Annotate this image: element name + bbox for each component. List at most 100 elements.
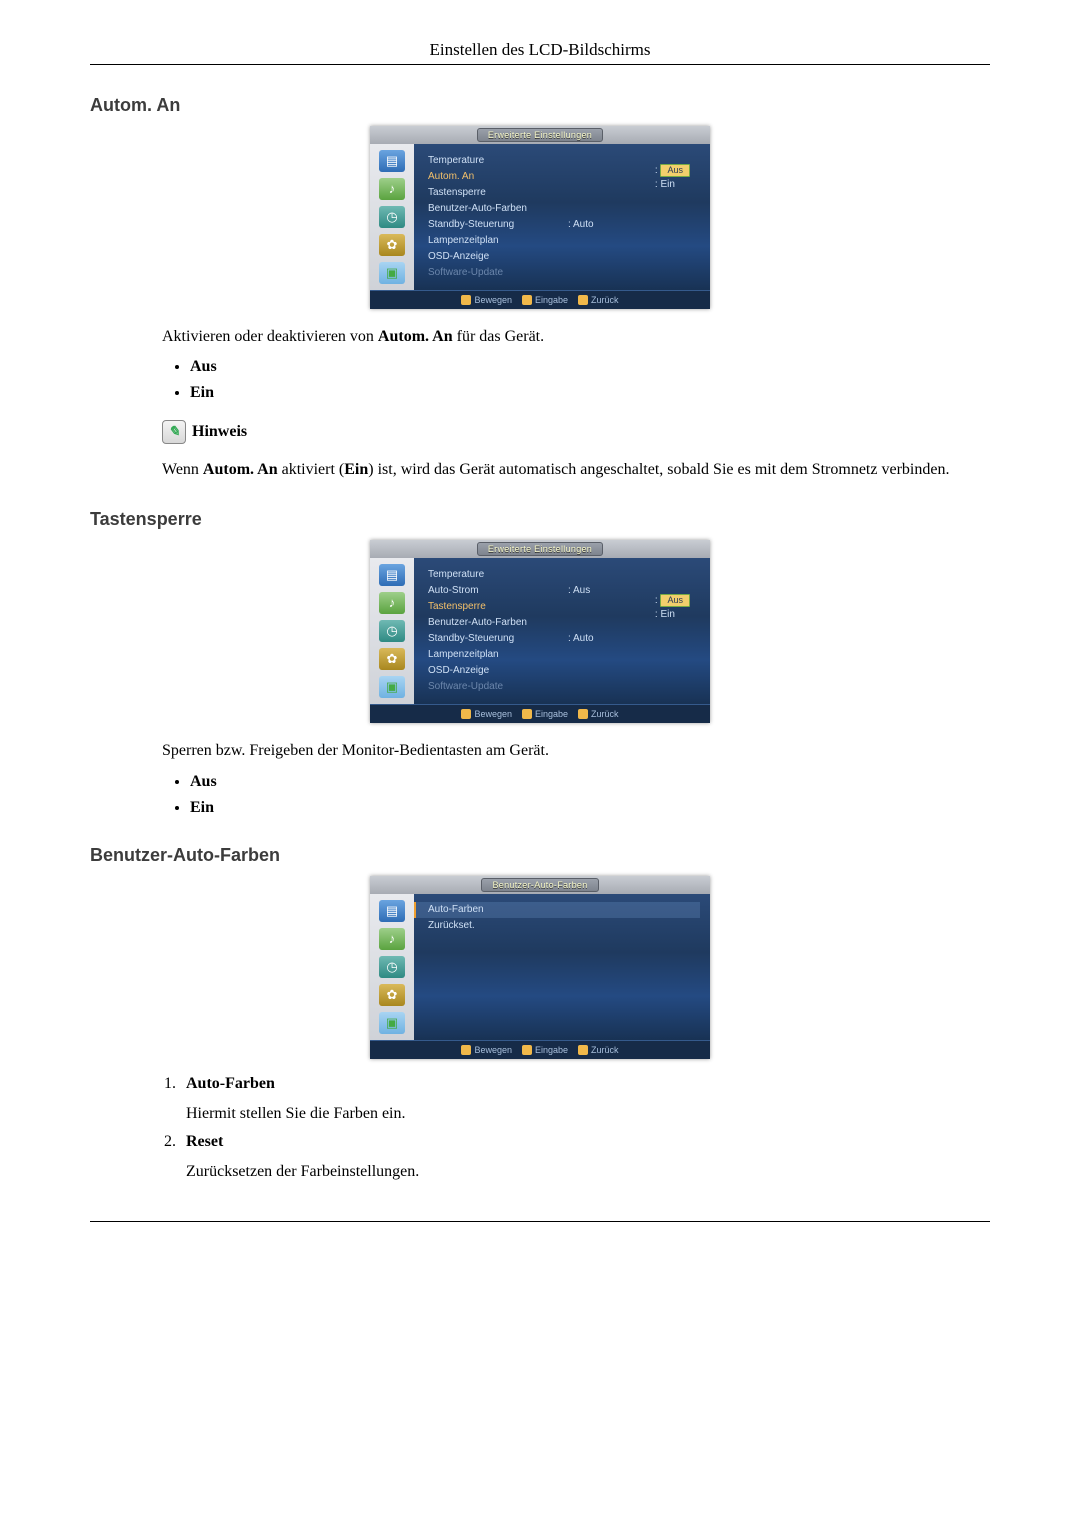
- list-item-desc: Zurücksetzen der Farbeinstellungen.: [186, 1163, 990, 1181]
- menu-item: Zurückset.: [428, 920, 568, 931]
- sidebar-icon-sound: ♪: [379, 178, 405, 200]
- sidebar-icon-clock: ◷: [379, 956, 405, 978]
- move-icon: [461, 295, 471, 305]
- sidebar-icon-picture: ▤: [379, 900, 405, 922]
- osd-title: Benutzer-Auto-Farben: [481, 878, 598, 892]
- page-header: Einstellen des LCD-Bildschirms: [90, 40, 990, 65]
- list-item: Reset Zurücksetzen der Farbeinstellungen…: [180, 1133, 990, 1181]
- osd-menu: Temperature Autom. An Tastensperre Benut…: [414, 144, 710, 290]
- option-ein: Ein: [190, 384, 990, 402]
- autom-an-desc: Aktivieren oder deaktivieren von Autom. …: [162, 325, 990, 348]
- osd-menu: Auto-Farben Zurückset.: [414, 894, 710, 1040]
- menu-item: Tastensperre: [428, 187, 568, 198]
- page: Einstellen des LCD-Bildschirms Autom. An…: [0, 0, 1080, 1284]
- sidebar-icon-setup: ✿: [379, 234, 405, 256]
- option-aus: : Aus: [655, 164, 690, 177]
- footer-enter: Eingabe: [535, 295, 568, 305]
- page-footer-rule: [90, 1221, 990, 1224]
- option-selected: Aus: [660, 164, 690, 177]
- note-row: ✎ Hinweis: [162, 420, 990, 444]
- osd-titlebar: Benutzer-Auto-Farben: [370, 876, 710, 894]
- autom-an-note: Wenn Autom. An aktiviert (Ein) ist, wird…: [162, 458, 990, 481]
- option-aus: Aus: [190, 773, 990, 791]
- menu-value: : Aus: [568, 585, 590, 596]
- sidebar-icon-sound: ♪: [379, 928, 405, 950]
- menu-item: Temperature: [428, 569, 568, 580]
- osd-panel: Erweiterte Einstellungen ▤ ♪ ◷ ✿ ▣ Tempe…: [370, 540, 710, 723]
- menu-item-highlighted: Auto-Farben: [428, 904, 568, 915]
- menu-value: : Auto: [568, 633, 594, 644]
- t: Aktivieren oder deaktivieren von: [162, 328, 378, 345]
- t: aktiviert (: [278, 461, 345, 478]
- menu-item-selected: Autom. An: [428, 171, 568, 182]
- osd-titlebar: Erweiterte Einstellungen: [370, 540, 710, 558]
- sidebar-icon-sound: ♪: [379, 592, 405, 614]
- option-aus: : Aus: [655, 594, 690, 607]
- footer-move: Bewegen: [474, 1045, 512, 1055]
- sidebar-icon-info: ▣: [379, 262, 405, 284]
- osd-body: ▤ ♪ ◷ ✿ ▣ Temperature Auto-Strom: Aus Ta…: [370, 558, 710, 704]
- section-title-autom-an: Autom. An: [90, 95, 990, 116]
- back-icon: [578, 1045, 588, 1055]
- list-item: Auto-Farben Hiermit stellen Sie die Farb…: [180, 1075, 990, 1123]
- move-icon: [461, 1045, 471, 1055]
- t: für das Gerät.: [453, 328, 545, 345]
- back-icon: [578, 295, 588, 305]
- page-header-text: Einstellen des LCD-Bildschirms: [430, 40, 651, 59]
- menu-item-disabled: Software-Update: [428, 681, 568, 692]
- menu-item: Lampenzeitplan: [428, 649, 568, 660]
- osd-menu: Temperature Auto-Strom: Aus Tastensperre…: [414, 558, 710, 704]
- menu-item-disabled: Software-Update: [428, 267, 568, 278]
- list-item-title: Auto-Farben: [186, 1075, 275, 1092]
- sidebar-icon-clock: ◷: [379, 620, 405, 642]
- osd-screenshot-autom-an: Erweiterte Einstellungen ▤ ♪ ◷ ✿ ▣ Tempe…: [90, 126, 990, 309]
- footer-back: Zurück: [591, 295, 619, 305]
- enter-icon: [522, 1045, 532, 1055]
- osd-body: ▤ ♪ ◷ ✿ ▣ Auto-Farben Zurückset.: [370, 894, 710, 1040]
- section-title-benutzer-auto-farben: Benutzer-Auto-Farben: [90, 845, 990, 866]
- sidebar-icon-picture: ▤: [379, 564, 405, 586]
- enter-icon: [522, 295, 532, 305]
- osd-sidebar: ▤ ♪ ◷ ✿ ▣: [370, 144, 414, 290]
- sidebar-icon-setup: ✿: [379, 648, 405, 670]
- footer-back: Zurück: [591, 709, 619, 719]
- footer-back: Zurück: [591, 1045, 619, 1055]
- osd-footer: Bewegen Eingabe Zurück: [370, 704, 710, 723]
- menu-value: : Auto: [568, 219, 594, 230]
- osd-footer: Bewegen Eingabe Zurück: [370, 1040, 710, 1059]
- osd-sidebar: ▤ ♪ ◷ ✿ ▣: [370, 558, 414, 704]
- footer-enter: Eingabe: [535, 1045, 568, 1055]
- menu-item: Auto-Strom: [428, 585, 568, 596]
- list-item-desc: Hiermit stellen Sie die Farben ein.: [186, 1105, 990, 1123]
- osd-titlebar: Erweiterte Einstellungen: [370, 126, 710, 144]
- move-icon: [461, 709, 471, 719]
- menu-item: Temperature: [428, 155, 568, 166]
- note-label: Hinweis: [192, 423, 247, 441]
- osd-footer: Bewegen Eingabe Zurück: [370, 290, 710, 309]
- osd-panel: Benutzer-Auto-Farben ▤ ♪ ◷ ✿ ▣ Auto-Farb…: [370, 876, 710, 1059]
- option-aus: Aus: [190, 358, 990, 376]
- osd-title: Erweiterte Einstellungen: [477, 128, 603, 142]
- menu-item: OSD-Anzeige: [428, 251, 568, 262]
- osd-sidebar: ▤ ♪ ◷ ✿ ▣: [370, 894, 414, 1040]
- tastensperre-desc: Sperren bzw. Freigeben der Monitor-Bedie…: [162, 739, 990, 762]
- t: Autom. An: [378, 328, 453, 345]
- t: ) ist, wird das Gerät automatisch angesc…: [368, 461, 949, 478]
- section-title-tastensperre: Tastensperre: [90, 509, 990, 530]
- osd-body: ▤ ♪ ◷ ✿ ▣ Temperature Autom. An Tastensp…: [370, 144, 710, 290]
- option-ein: : Ein: [655, 179, 690, 190]
- autom-an-options: Aus Ein: [190, 358, 990, 402]
- osd-screenshot-benutzer-auto-farben: Benutzer-Auto-Farben ▤ ♪ ◷ ✿ ▣ Auto-Farb…: [90, 876, 990, 1059]
- t: Ein: [344, 461, 368, 478]
- footer-move: Bewegen: [474, 295, 512, 305]
- menu-item: Lampenzeitplan: [428, 235, 568, 246]
- footer-move: Bewegen: [474, 709, 512, 719]
- menu-item: Benutzer-Auto-Farben: [428, 203, 568, 214]
- menu-item: Benutzer-Auto-Farben: [428, 617, 568, 628]
- menu-item: Standby-Steuerung: [428, 219, 568, 230]
- option-ein: Ein: [190, 799, 990, 817]
- sidebar-icon-picture: ▤: [379, 150, 405, 172]
- enter-icon: [522, 709, 532, 719]
- sidebar-icon-clock: ◷: [379, 206, 405, 228]
- sidebar-icon-info: ▣: [379, 676, 405, 698]
